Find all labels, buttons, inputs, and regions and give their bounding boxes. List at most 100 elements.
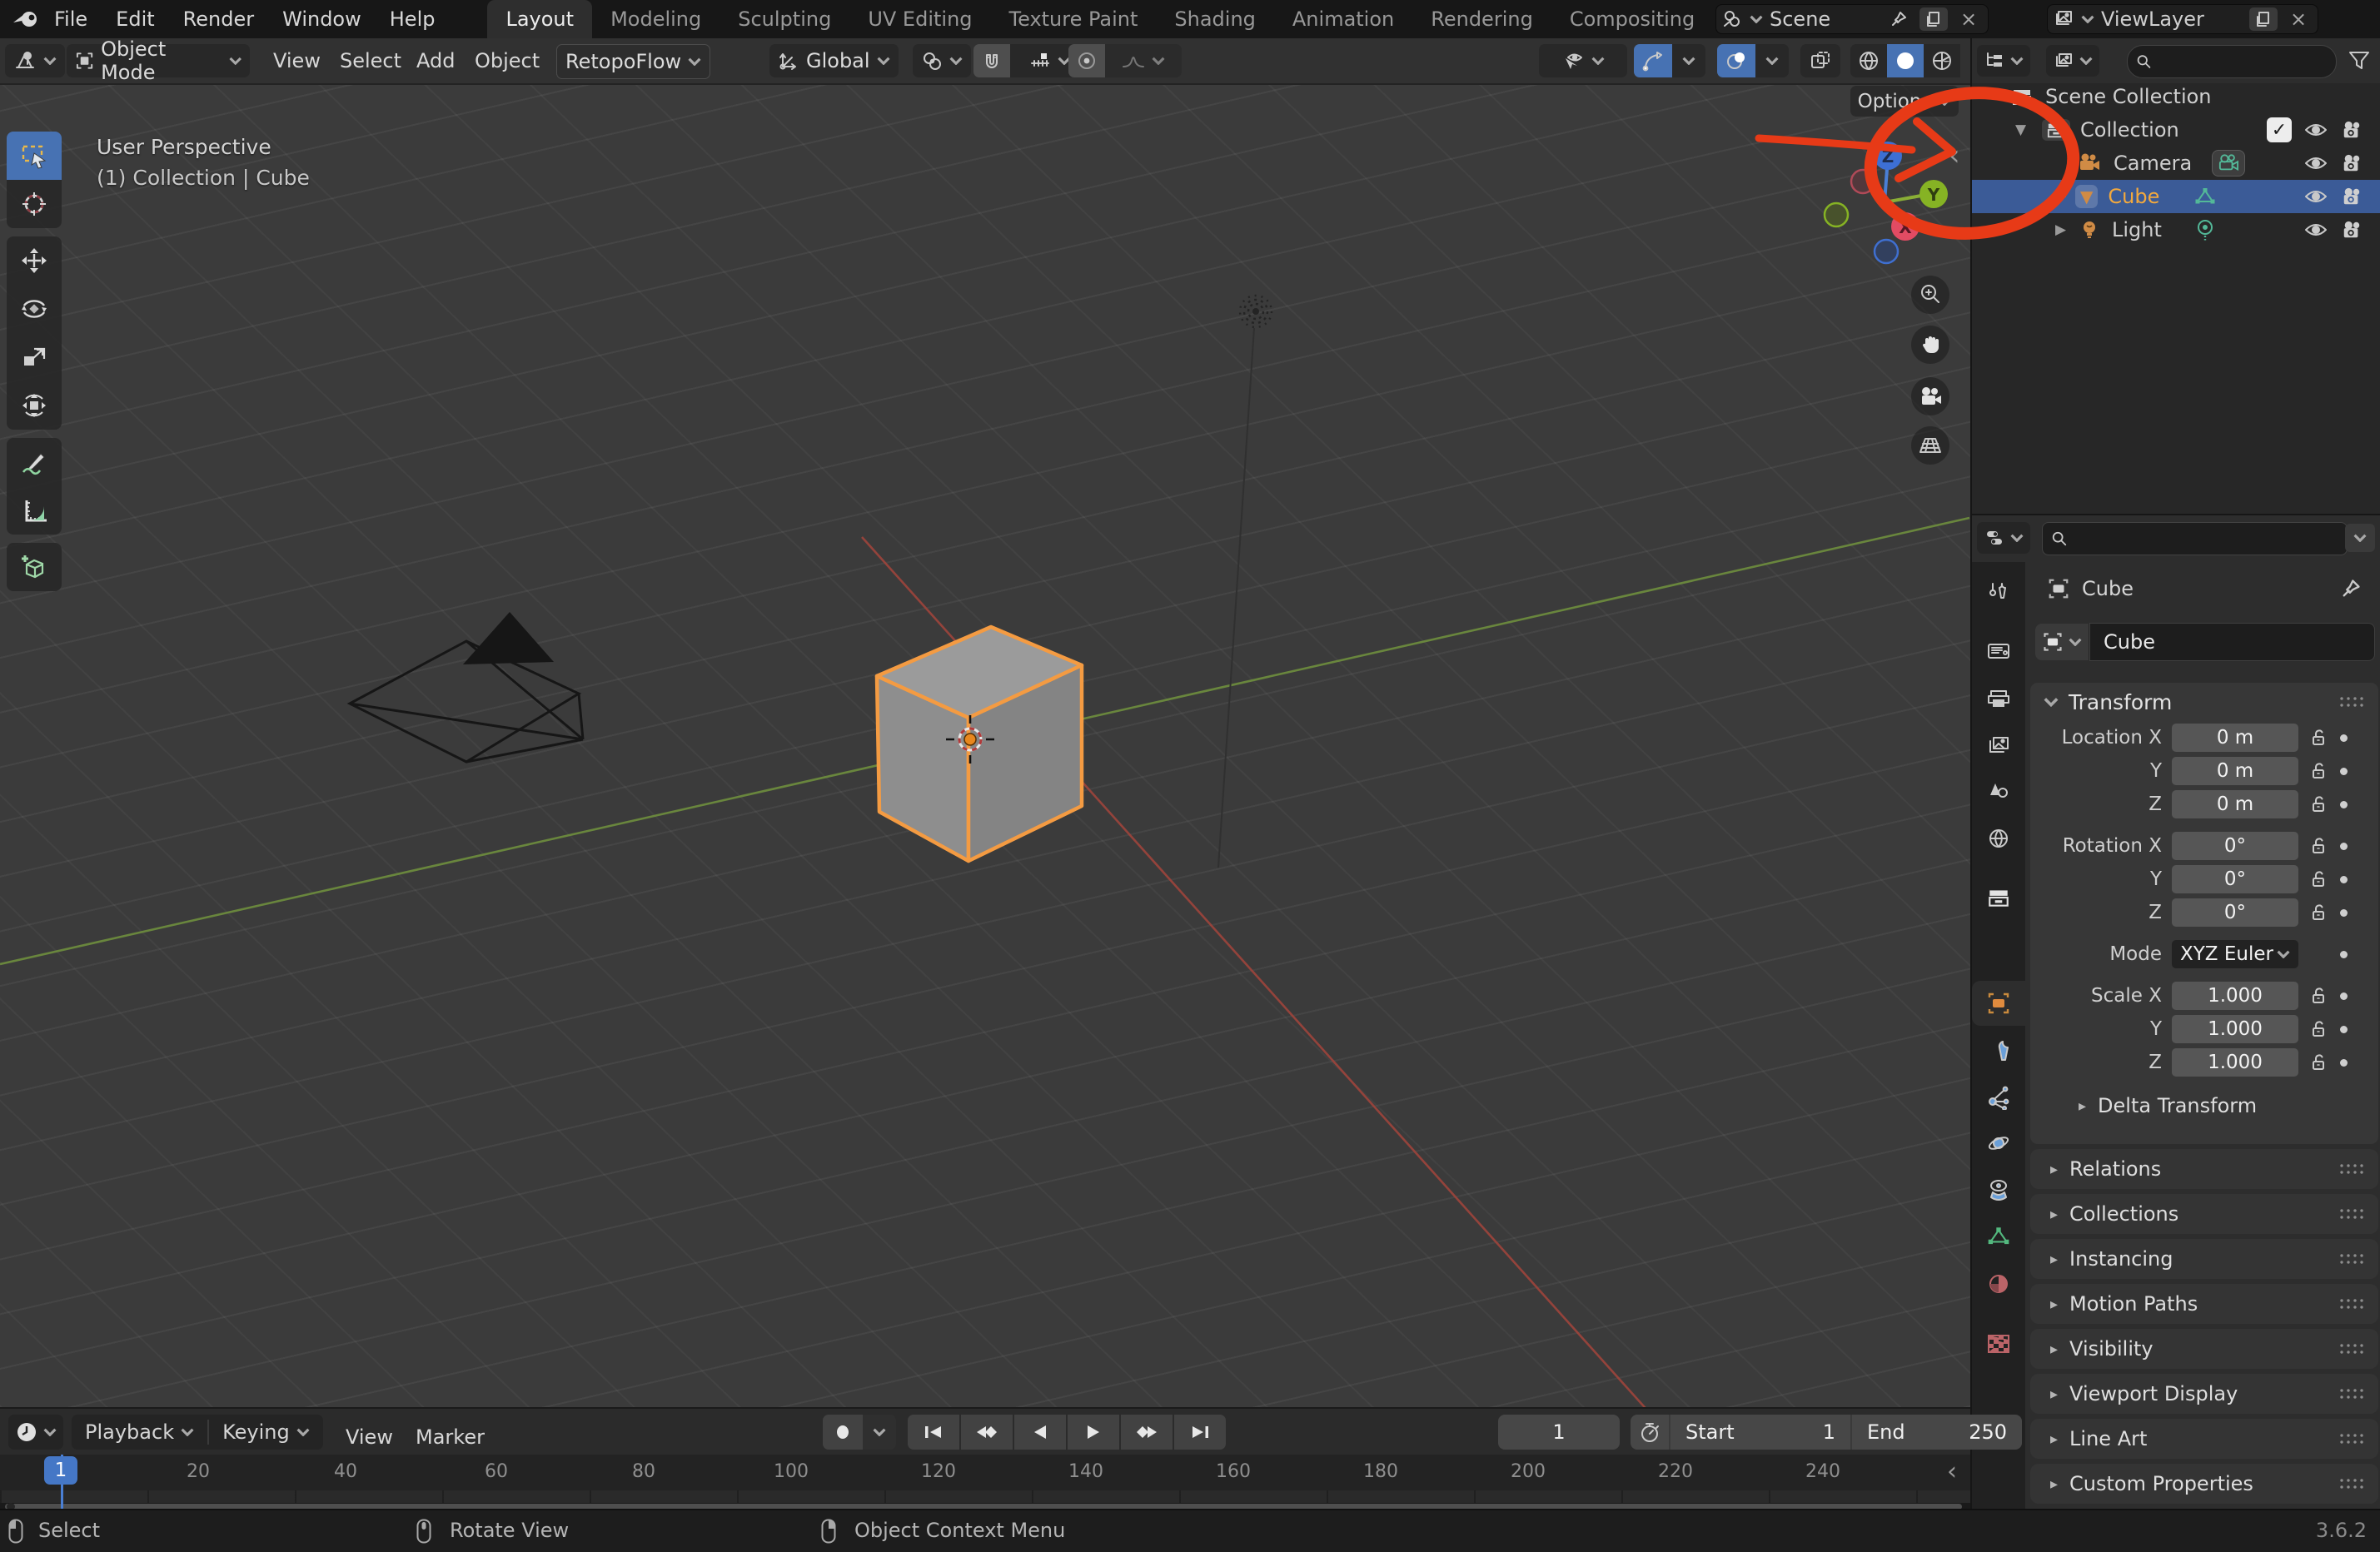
menu-help[interactable]: Help [376, 0, 450, 38]
animate-dot[interactable] [2340, 767, 2348, 775]
tab-render[interactable] [1972, 629, 2025, 674]
tab-scene[interactable] [1972, 768, 2025, 813]
animate-dot[interactable] [2340, 875, 2348, 883]
timeline-ruler[interactable]: 20 40 60 80 100 120 140 160 180 200 220 … [0, 1455, 1970, 1490]
retopoflow-dropdown[interactable]: RetopoFlow [556, 44, 711, 79]
proportional-falloff-dropdown[interactable] [1105, 44, 1182, 77]
properties-editor-type-button[interactable] [1977, 522, 2030, 554]
tab-output[interactable] [1972, 677, 2025, 722]
row-collection[interactable]: ▼ Collection ✓ [1972, 113, 2380, 147]
perspective-toggle-button[interactable] [1911, 426, 1949, 465]
tab-animation[interactable]: Animation [1274, 0, 1412, 38]
tab-layout[interactable]: Layout [487, 0, 593, 38]
unlink-scene-icon[interactable]: × [1954, 7, 1983, 31]
disable-render-camera-icon[interactable] [2340, 153, 2363, 173]
tool-measure[interactable] [7, 486, 62, 535]
menu-edit[interactable]: Edit [102, 0, 168, 38]
panel-instancing[interactable]: ▸ Instancing [2030, 1239, 2378, 1279]
object-name-field[interactable]: Cube [2089, 623, 2375, 661]
tool-rotate[interactable] [7, 285, 62, 333]
3d-viewport[interactable]: Z Y X User Perspective (1) Collection | … [0, 83, 1970, 1407]
current-frame-field[interactable]: 1 [1498, 1415, 1620, 1450]
rotation-mode-dropdown[interactable]: XYZ Euler [2172, 940, 2298, 968]
options-button[interactable]: Options [1850, 86, 1959, 117]
outliner-search-input[interactable] [2158, 50, 2328, 73]
animate-dot[interactable] [2340, 1058, 2348, 1067]
editor-type-button[interactable] [5, 44, 65, 77]
tab-world[interactable] [1972, 816, 2025, 861]
tab-constraints[interactable] [1972, 1167, 2025, 1212]
tab-texture[interactable] [1972, 1321, 2025, 1366]
row-scene-collection[interactable]: Scene Collection [1972, 80, 2380, 113]
mode-dropdown[interactable]: Object Mode [67, 37, 250, 84]
panel-motion-paths[interactable]: ▸ Motion Paths [2030, 1284, 2378, 1324]
pin-icon[interactable] [1885, 7, 1913, 31]
tool-transform[interactable] [7, 381, 62, 430]
location-y-field[interactable]: 0 m [2172, 757, 2298, 785]
camera-view-button[interactable] [1911, 377, 1949, 415]
shading-material-button[interactable] [1924, 44, 1960, 77]
properties-options-dropdown[interactable] [2345, 524, 2375, 552]
outliner-search[interactable] [2127, 45, 2337, 78]
proportional-editing-toggle[interactable] [1068, 44, 1105, 77]
new-scene-icon[interactable] [1919, 7, 1948, 31]
gizmo-dropdown[interactable] [1672, 44, 1705, 77]
outliner-editor-type-button[interactable] [1977, 45, 2030, 77]
tool-move[interactable] [7, 236, 62, 285]
panel-collections[interactable]: ▸ Collections [2030, 1194, 2378, 1234]
timeline-editor-type-button[interactable] [8, 1415, 63, 1450]
hide-eye-icon[interactable] [2303, 121, 2328, 139]
unlock-icon[interactable] [2308, 728, 2327, 748]
unlock-icon[interactable] [2308, 903, 2327, 923]
unlock-icon[interactable] [2308, 986, 2327, 1006]
tool-scale[interactable] [7, 333, 62, 381]
disable-render-camera-icon[interactable] [2340, 220, 2363, 240]
tool-select-box[interactable] [7, 132, 62, 180]
row-cube-selected[interactable]: ▶ ▼ Cube [1972, 180, 2380, 213]
view-layer-selector[interactable]: ViewLayer × [2047, 4, 2318, 34]
play-reverse-button[interactable] [1014, 1415, 1066, 1450]
rotation-z-field[interactable]: 0° [2172, 898, 2298, 927]
pin-icon[interactable] [2340, 578, 2362, 599]
tab-physics[interactable] [1972, 1121, 2025, 1166]
hide-eye-icon[interactable] [2303, 187, 2328, 206]
gizmo-toggle[interactable] [1634, 44, 1672, 77]
unlock-icon[interactable] [2308, 869, 2327, 889]
hide-eye-icon[interactable] [2303, 221, 2328, 239]
unlock-icon[interactable] [2308, 1052, 2327, 1072]
animate-dot[interactable] [2340, 908, 2348, 917]
panel-drag-handle[interactable] [2338, 1387, 2367, 1400]
filter-icon[interactable] [2347, 49, 2372, 72]
camera-data-icon[interactable] [2212, 150, 2245, 177]
overlays-toggle[interactable] [1717, 44, 1755, 77]
tab-view-layer[interactable] [1972, 723, 2025, 768]
light-object[interactable] [1238, 294, 1273, 329]
gizmo-axis-neg-x[interactable] [1850, 168, 1876, 195]
panel-relations[interactable]: ▸ Relations [2030, 1149, 2378, 1189]
animate-dot[interactable] [2340, 1025, 2348, 1033]
tool-annotate[interactable] [7, 438, 62, 486]
panel-drag-handle[interactable] [2338, 1207, 2367, 1221]
rotation-x-field[interactable]: 0° [2172, 832, 2298, 860]
previous-keyframe-button[interactable] [961, 1415, 1013, 1450]
outliner-display-mode-button[interactable] [2046, 45, 2099, 77]
autokey-dropdown[interactable] [863, 1415, 896, 1450]
pivot-point-dropdown[interactable] [913, 44, 971, 77]
panel-custom-properties[interactable]: ▸ Custom Properties [2030, 1464, 2378, 1504]
timeline-marker-menu[interactable]: Marker [401, 1418, 499, 1456]
tool-add-cube[interactable] [7, 543, 62, 591]
disclosure-triangle[interactable]: ▶ [2055, 221, 2072, 238]
panel-visibility[interactable]: ▸ Visibility [2030, 1329, 2378, 1369]
panel-drag-handle[interactable] [2338, 1432, 2367, 1445]
hide-eye-icon[interactable] [2303, 154, 2328, 172]
animate-dot[interactable] [2340, 992, 2348, 1000]
jump-to-end-button[interactable] [1174, 1415, 1226, 1450]
panel-line-art[interactable]: ▸ Line Art [2030, 1419, 2378, 1459]
location-z-field[interactable]: 0 m [2172, 790, 2298, 818]
timeline-collapse-chevron[interactable]: ‹ [1947, 1460, 1957, 1485]
tab-texture-paint[interactable]: Texture Paint [991, 0, 1157, 38]
playhead-label[interactable]: 1 [44, 1456, 77, 1485]
tab-modifiers[interactable] [1972, 1028, 2025, 1073]
xray-toggle[interactable] [1800, 44, 1840, 77]
shading-solid-button[interactable] [1887, 44, 1924, 77]
